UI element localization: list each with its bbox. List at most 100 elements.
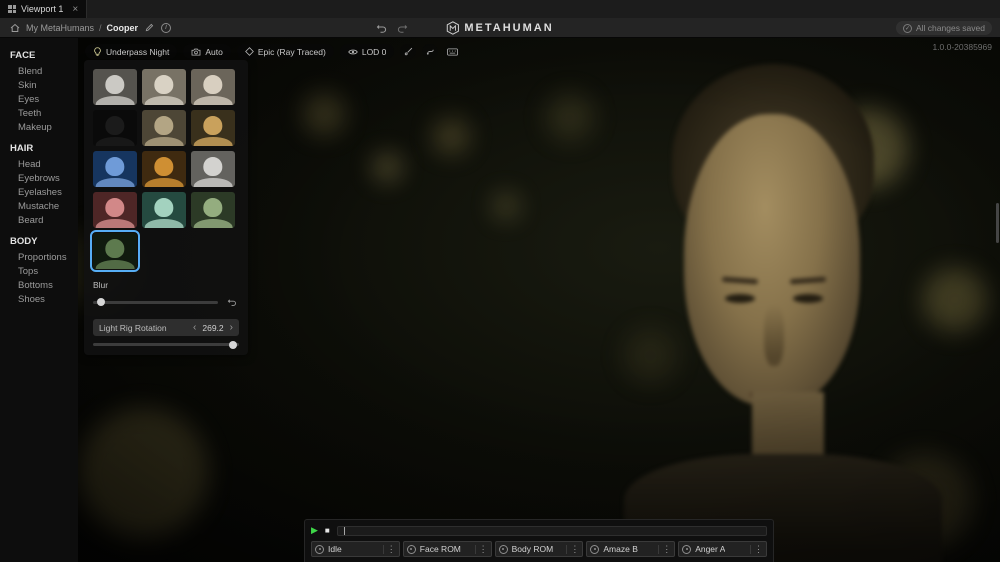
tab-viewport-1[interactable]: Viewport 1 ×	[0, 0, 87, 18]
tab-close-icon[interactable]: ×	[72, 4, 78, 15]
home-icon[interactable]	[8, 21, 21, 34]
logo-text: METAHUMAN	[464, 22, 553, 34]
track-menu-icon[interactable]: ⋮	[658, 545, 671, 554]
env-thumbnail-silhouette[interactable]	[93, 110, 137, 146]
track-label: Amaze B	[603, 544, 638, 554]
tab-bar: Viewport 1 ×	[0, 0, 1000, 18]
light-rig-decrement-icon[interactable]: ‹	[193, 323, 196, 333]
blur-slider[interactable]	[93, 301, 218, 304]
lightbulb-icon	[93, 47, 102, 57]
timeline-track-body-rom[interactable]: Body ROM⋮	[495, 541, 584, 557]
sidebar-item-makeup[interactable]: Makeup	[10, 120, 78, 134]
sidebar-section-title-body: BODY	[10, 236, 78, 247]
env-thumbnail-underpass-night[interactable]	[93, 233, 137, 269]
camera-mode-label: Auto	[205, 47, 223, 57]
camera-mode-button[interactable]: Auto	[183, 44, 231, 59]
light-rig-slider-knob[interactable]	[229, 341, 237, 349]
quality-label: Epic (Ray Traced)	[258, 47, 326, 57]
sidebar-item-tops[interactable]: Tops	[10, 264, 78, 278]
track-menu-icon[interactable]: ⋮	[475, 545, 488, 554]
light-rig-value[interactable]: 269.2	[202, 323, 223, 333]
sidebar-item-eyelashes[interactable]: Eyelashes	[10, 185, 78, 199]
timeline-track-idle[interactable]: Idle⋮	[311, 541, 400, 557]
sidebar-item-proportions[interactable]: Proportions	[10, 250, 78, 264]
reset-arrow-icon	[227, 298, 237, 307]
environment-panel: Blur Light Rig Rotation	[84, 60, 248, 355]
env-thumbnail-teal[interactable]	[142, 192, 186, 228]
lod-button[interactable]: LOD 0	[340, 44, 395, 59]
sidebar-item-shoes[interactable]: Shoes	[10, 292, 78, 306]
camera-icon	[191, 48, 201, 56]
env-thumbnail-portrait-warm[interactable]	[191, 69, 235, 105]
playhead[interactable]	[344, 527, 345, 535]
track-menu-icon[interactable]: ⋮	[750, 545, 763, 554]
light-rig-rotation-control: Light Rig Rotation ‹ 269.2 ›	[93, 319, 239, 336]
timeline-scrubber[interactable]	[337, 526, 767, 536]
env-thumbnail-blue-hour[interactable]	[93, 151, 137, 187]
rename-pencil-icon[interactable]	[143, 21, 156, 34]
lod-eye-icon	[348, 48, 358, 56]
environment-label: Underpass Night	[106, 47, 169, 57]
light-rig-spinner: ‹ 269.2 ›	[193, 323, 233, 333]
blur-reset-button[interactable]	[225, 295, 239, 309]
env-thumbnail-amber[interactable]	[142, 151, 186, 187]
sidebar-sections: FACEBlendSkinEyesTeethMakeupHAIRHeadEyeb…	[10, 50, 78, 306]
brush-tool-button[interactable]	[400, 44, 416, 59]
env-thumbnail-studio-warm[interactable]	[142, 69, 186, 105]
sidebar-item-teeth[interactable]: Teeth	[10, 106, 78, 120]
sidebar-item-eyebrows[interactable]: Eyebrows	[10, 171, 78, 185]
timeline-track-amaze-b[interactable]: Amaze B ⋮	[586, 541, 675, 557]
keyboard-shortcuts-button[interactable]	[444, 44, 460, 59]
env-thumbnail-studio-light[interactable]	[93, 69, 137, 105]
brush-icon	[404, 47, 413, 56]
track-label: Anger A	[695, 544, 725, 554]
quality-diamond-icon	[245, 47, 254, 56]
light-rig-slider[interactable]	[93, 343, 239, 346]
sidebar-item-mustache[interactable]: Mustache	[10, 199, 78, 213]
metahuman-logo: METAHUMAN	[446, 18, 553, 38]
breadcrumb-separator: /	[99, 23, 102, 33]
track-menu-icon[interactable]: ⋮	[566, 545, 579, 554]
env-thumbnail-overcast[interactable]	[142, 110, 186, 146]
character-render-cooper	[618, 56, 948, 562]
main-area: FACEBlendSkinEyesTeethMakeupHAIRHeadEyeb…	[0, 38, 1000, 562]
stop-button[interactable]: ■	[325, 527, 330, 535]
env-thumbnail-red-accent[interactable]	[93, 192, 137, 228]
timeline-tracks: Idle⋮Face ROM⋮Body ROM⋮Amaze B⋮Anger A⋮	[311, 541, 767, 557]
environment-button[interactable]: Underpass Night	[85, 44, 177, 59]
quality-button[interactable]: Epic (Ray Traced)	[237, 44, 334, 59]
blur-label: Blur	[93, 280, 239, 290]
sidebar-item-head[interactable]: Head	[10, 157, 78, 171]
track-media-icon	[590, 545, 599, 554]
redo-icon[interactable]	[396, 22, 409, 35]
env-thumbnail-soft-white[interactable]	[191, 151, 235, 187]
blur-slider-knob[interactable]	[97, 298, 105, 306]
light-rig-increment-icon[interactable]: ›	[230, 323, 233, 333]
play-button[interactable]: ▶	[311, 526, 318, 535]
sidebar-item-blend[interactable]: Blend	[10, 64, 78, 78]
sidebar-item-bottoms[interactable]: Bottoms	[10, 278, 78, 292]
sidebar: FACEBlendSkinEyesTeethMakeupHAIRHeadEyeb…	[0, 38, 78, 562]
viewport-3d[interactable]: 1.0.0-20385969 Underpass Night Auto	[78, 38, 1000, 562]
sidebar-section-title-face: FACE	[10, 50, 78, 61]
timeline-track-anger-a[interactable]: Anger A ⋮	[678, 541, 767, 557]
track-menu-icon[interactable]: ⋮	[383, 545, 396, 554]
env-thumbnail-forest[interactable]	[191, 192, 235, 228]
sidebar-item-beard[interactable]: Beard	[10, 213, 78, 227]
viewport-scrollbar-handle[interactable]	[996, 203, 999, 243]
info-icon[interactable]: i	[161, 23, 171, 33]
undo-icon[interactable]	[375, 22, 388, 35]
breadcrumb-current: Cooper	[107, 23, 139, 33]
sidebar-item-skin[interactable]: Skin	[10, 78, 78, 92]
blur-control: Blur	[93, 280, 239, 309]
env-thumbnail-golden-hour[interactable]	[191, 110, 235, 146]
sculpt-tool-button[interactable]	[422, 44, 438, 59]
sidebar-item-eyes[interactable]: Eyes	[10, 92, 78, 106]
metahuman-hexagon-icon	[446, 21, 459, 35]
lod-label: LOD 0	[362, 47, 387, 57]
timeline-track-face-rom[interactable]: Face ROM ⋮	[403, 541, 492, 557]
light-rig-label: Light Rig Rotation	[99, 323, 167, 333]
track-label: Face ROM	[420, 544, 461, 554]
viewport-grid-icon	[8, 5, 16, 13]
breadcrumb-root[interactable]: My MetaHumans	[26, 23, 94, 33]
